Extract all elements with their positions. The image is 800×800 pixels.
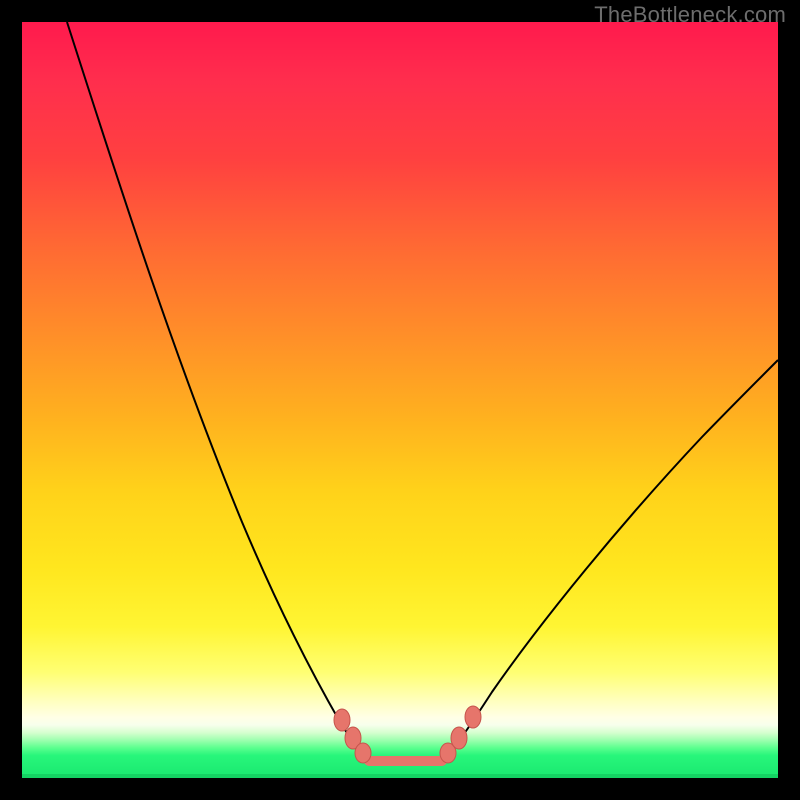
- curve-left-branch: [67, 22, 364, 758]
- curve-right-branch: [446, 360, 778, 758]
- watermark-label: TheBottleneck.com: [594, 2, 786, 28]
- marker-left-upper: [334, 709, 350, 731]
- chart-frame: TheBottleneck.com: [0, 0, 800, 800]
- marker-left-lower: [355, 743, 371, 763]
- chart-svg: [22, 22, 778, 778]
- marker-right-mid: [451, 727, 467, 749]
- marker-right-upper: [465, 706, 481, 728]
